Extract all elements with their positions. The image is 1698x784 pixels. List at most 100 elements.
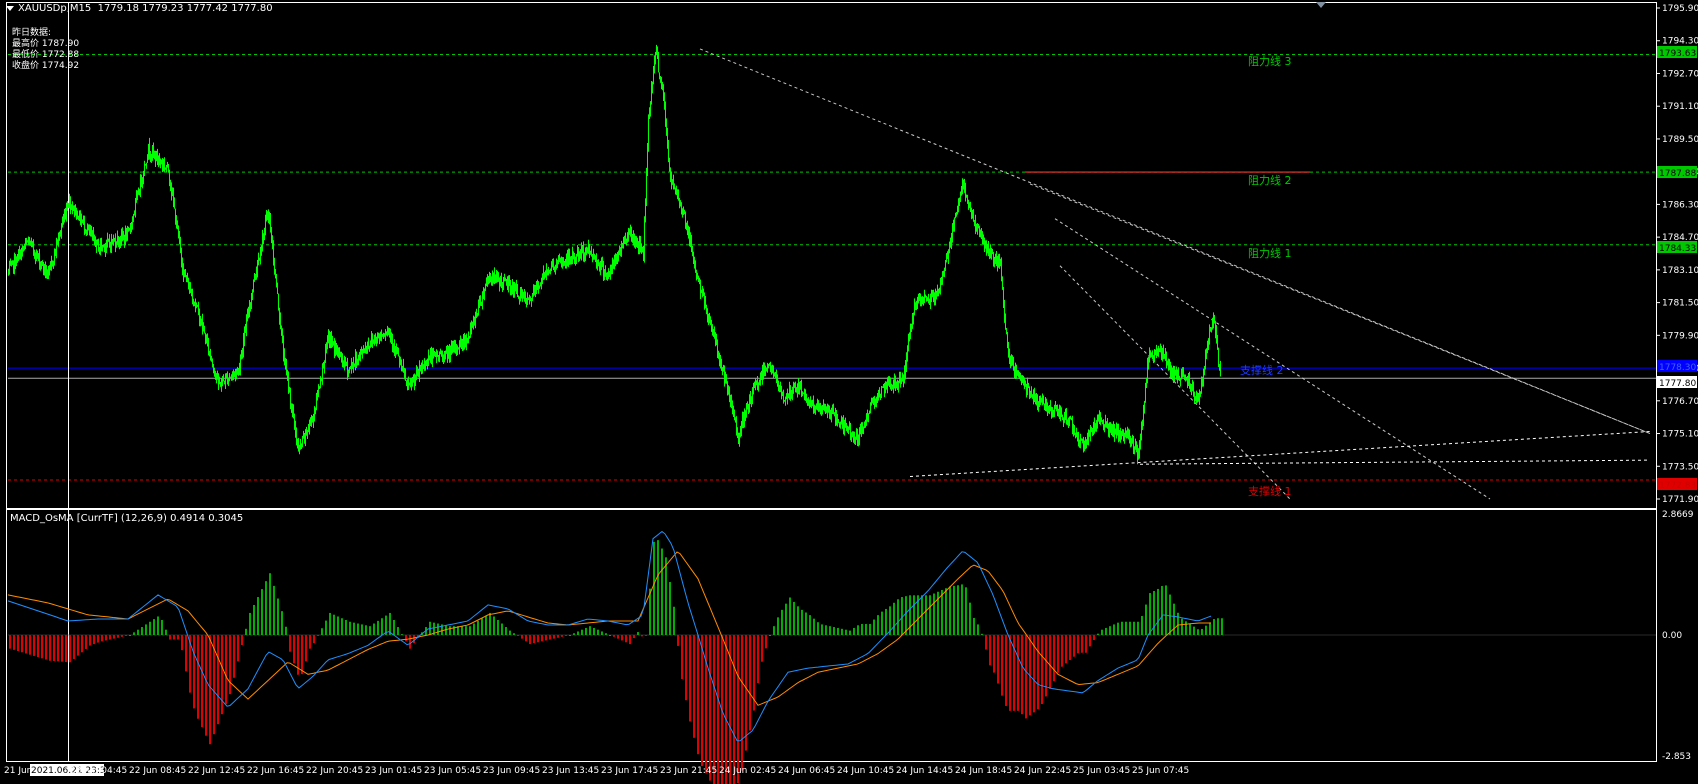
macd-histogram-bar [505,627,507,635]
macd-histogram-bar [141,627,143,635]
chart-menu-chevron-icon[interactable] [6,5,14,11]
macd-histogram-bar [957,585,959,635]
macd-histogram-bar [893,602,895,635]
macd-histogram-bar [873,619,875,635]
macd-histogram-bar [1145,604,1147,635]
macd-histogram-bar [293,635,295,664]
macd-histogram-bar [793,601,795,635]
price-axis-label: 1779.90 [1662,331,1698,341]
macd-histogram-bar [549,635,551,640]
chart-shift-marker-icon[interactable] [1316,2,1326,8]
macd-histogram-bar [1165,585,1167,635]
macd-histogram-bar [1213,619,1215,635]
macd-histogram-bar [17,635,19,652]
info-close: 收盘价 1774.92 [12,61,80,71]
macd-histogram-bar [173,635,175,640]
macd-histogram-bar [949,586,951,635]
macd-histogram-bar [1009,635,1011,711]
macd-histogram-bar [641,635,643,637]
macd-axis-zero: 0.00 [1662,631,1682,641]
macd-histogram-bar [973,617,975,635]
macd-histogram-bar [1117,622,1119,635]
macd-histogram-bar [825,625,827,635]
macd-histogram-bar [597,629,599,635]
macd-histogram-bar [997,635,999,684]
macd-histogram-bar [601,631,603,635]
time-axis-label: 24 Jun 14:45 [896,766,953,776]
macd-histogram-bar [961,584,963,635]
macd-histogram-bar [13,635,15,650]
macd-histogram-bar [685,635,687,701]
macd-histogram-bar [93,635,95,645]
macd-histogram-bar [225,635,227,705]
macd-histogram-bar [273,585,275,635]
macd-histogram-bar [1069,635,1071,661]
macd-histogram-bar [1217,618,1219,635]
macd-histogram-bar [557,635,559,638]
macd-histogram-bar [1093,635,1095,641]
macd-histogram-bar [841,628,843,635]
time-axis-label: 23 Jun 05:45 [424,766,481,776]
macd-histogram-bar [313,635,315,644]
macd-histogram-bar [741,635,743,771]
macd-histogram-bar [653,541,655,635]
macd-histogram-bar [705,635,707,774]
macd-histogram-bar [281,611,283,635]
macd-histogram-bar [621,635,623,641]
price-pane-frame [6,2,1657,509]
macd-histogram-bar [733,635,735,784]
price-tag-r3: 1793.63 [1657,46,1697,59]
macd-histogram-bar [485,615,487,635]
macd-histogram-bar [1097,633,1099,635]
macd-histogram-bar [309,635,311,649]
macd-histogram-bar [717,635,719,784]
time-axis-label: 24 Jun 02:45 [719,766,776,776]
macd-histogram-bar [525,635,527,642]
resistance-3-label: 阻力线 3 [1248,54,1292,68]
macd-histogram-bar [361,624,363,635]
macd-histogram-bar [877,615,879,635]
macd-histogram-bar [1197,629,1199,635]
svg-text:1793.63: 1793.63 [1659,49,1696,59]
macd-histogram-bar [629,635,631,645]
price-axis-label: 1795.90 [1662,4,1698,14]
macd-histogram-bar [745,635,747,751]
macd-histogram-bar [737,635,739,784]
macd-histogram-bar [885,608,887,635]
time-axis-label: 25 Jun 03:45 [1073,766,1130,776]
price-axis-label: 1789.50 [1662,135,1698,145]
chart-canvas[interactable]: 1795.90 1794.30 1792.70 1791.10 1789.50 1787.… [0,0,1698,784]
macd-histogram-bar [665,557,667,635]
price-tag-r2: 1787.88 [1657,166,1697,179]
price-axis-label: 1791.10 [1662,102,1698,112]
macd-histogram-bar [1041,635,1043,705]
macd-histogram-bar [529,635,531,645]
macd-histogram-bar [373,623,375,635]
macd-histogram-bar [521,635,523,639]
macd-histogram-bar [1109,626,1111,635]
macd-histogram-bar [165,629,167,635]
macd-histogram-bar [849,630,851,635]
macd-histogram-bar [609,635,611,636]
chart-title[interactable]: XAUUSDp,M15 1779.18 1779.23 1777.42 1777… [6,3,273,14]
price-axis-label: 1781.50 [1662,299,1698,309]
macd-histogram-bar [73,635,75,659]
macd-histogram-bar [1137,621,1139,635]
macd-histogram-bar [1021,635,1023,715]
blue-level-label: 支撑线 2 [1240,363,1284,377]
macd-histogram-bar [1173,603,1175,635]
macd-histogram-bar [29,635,31,655]
macd-histogram-bar [181,635,183,651]
macd-histogram-bar [865,623,867,635]
macd-histogram-bar [497,619,499,635]
svg-text:1784.33: 1784.33 [1659,244,1696,254]
macd-histogram-bar [325,620,327,635]
price-tag-s1: 1772.83 [1657,478,1697,491]
time-axis-label: 23 Jun 09:45 [483,766,540,776]
macd-histogram-bar [25,635,27,654]
time-axis-label: 22 Jun 16:45 [247,766,304,776]
time-axis-label: 22 Jun 12:45 [188,766,245,776]
macd-histogram-bar [1061,635,1063,667]
macd-histogram-bar [37,635,39,658]
macd-histogram-bar [785,603,787,635]
